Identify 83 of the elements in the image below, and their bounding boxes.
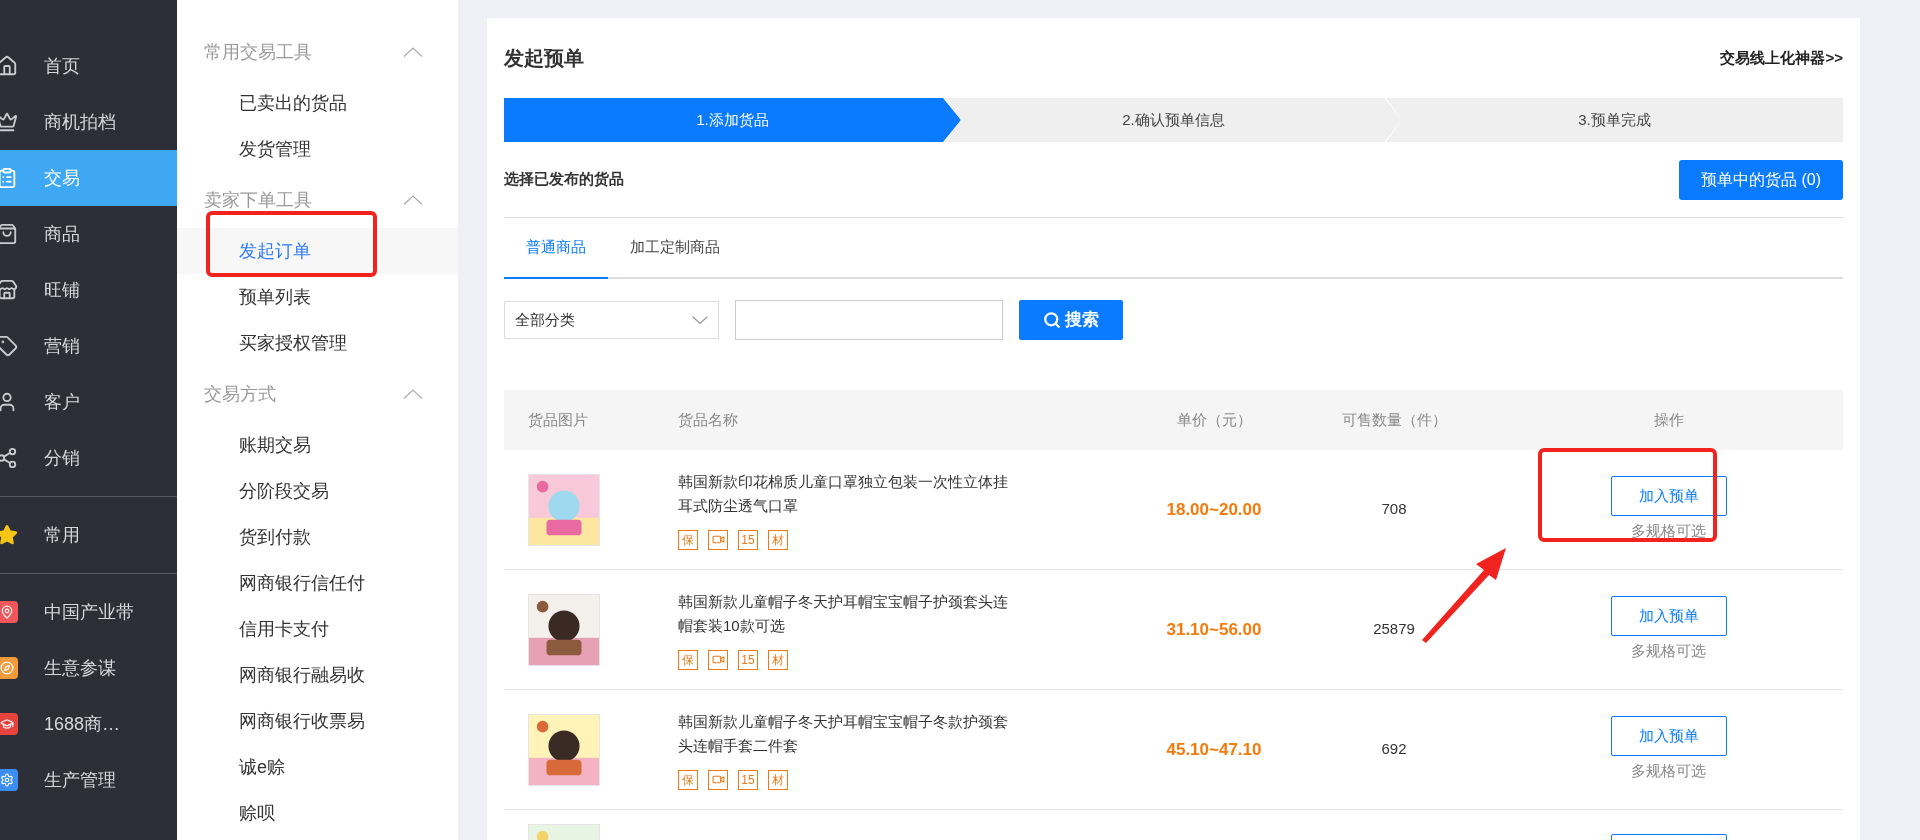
search-icon [1043,311,1061,329]
cart-button[interactable]: 预单中的货品 (0) [1679,159,1843,200]
subnav-item[interactable]: 账期交易 [177,422,458,468]
sidebar-item[interactable]: 中国产业带 [0,584,177,640]
add-button[interactable]: 加入预单 [1610,596,1727,637]
quantity: 25879 [1372,619,1416,640]
subnav-item[interactable]: 预单列表 [177,274,458,320]
service-tag: 材 [768,529,788,550]
sidebar-item[interactable]: 营销 [0,318,177,374]
service-tag: 保 [678,769,698,790]
collapse-icon [403,47,423,57]
product-name[interactable]: 韩国新款儿童帽子冬天护耳帽宝宝帽子护颈套头连帽套装10款可选 [678,589,1014,638]
clipboard-icon [0,167,18,189]
top-link[interactable]: 交易线上化神器>> [1720,46,1843,70]
table-header: 货品图片 货品名称 单价（元） 可售数量（件） 操作 [504,390,1843,450]
subnav-item[interactable]: 网商银行融易收 [177,652,458,698]
subnav-item[interactable]: 诚e赊 [177,744,458,790]
video-icon [708,769,728,790]
subnav-item[interactable]: 发货管理 [177,126,458,172]
sidebar-item[interactable]: 生产管理 [0,752,177,808]
subnav-item[interactable]: 买家授权管理 [177,320,458,366]
price: 18.00~20.00 [1165,498,1263,521]
option-note: 多规格可选 [1631,641,1706,662]
option-note: 多规格可选 [1631,521,1706,542]
subnav-item[interactable]: 网商银行信任付 [177,560,458,606]
subnav-item[interactable]: 网商银行收票易 [177,698,458,744]
collapse-icon [403,389,423,399]
bag-icon [0,223,18,245]
home-icon [0,55,18,77]
sidebar-item[interactable]: 生意参谋 [0,640,177,696]
tab[interactable]: 普通商品 [504,218,608,279]
service-tag: 材 [768,769,788,790]
subnav-item[interactable]: 分阶段交易 [177,468,458,514]
service-tag: 15 [738,529,758,550]
price: 31.10~56.00 [1165,618,1263,641]
compass-icon [0,657,18,679]
store-icon [0,279,18,301]
quantity: 708 [1380,499,1408,520]
sidebar-item[interactable]: 商品 [0,206,177,262]
option-note: 多规格可选 [1631,761,1706,782]
dropdown-caret-icon [692,316,708,324]
sidebar-item[interactable]: 商机拍档 [0,94,177,150]
crown-icon [0,111,18,133]
search-field[interactable] [735,300,1003,340]
subnav-item[interactable]: 货到付款 [177,514,458,560]
page-title: 发起预单 [504,46,584,71]
subnav-item[interactable]: 信用卡支付 [177,606,458,652]
subnav-item[interactable]: 发起订单 [177,228,458,274]
sidebar-item[interactable]: 首页 [0,38,177,94]
subnav-item[interactable]: 已卖出的货品 [177,80,458,126]
tab[interactable]: 加工定制商品 [608,218,742,279]
section-label: 选择已发布的货品 [504,169,624,190]
category-dropdown[interactable]: 全部分类 [504,301,719,339]
step: 1.添加货品 [504,98,961,142]
tag-icon [0,335,18,357]
search-button[interactable]: 搜索 [1019,300,1123,340]
product-name[interactable]: 韩国新款印花棉质儿童口罩独立包装一次性立体挂耳式防尘透气口罩 [678,469,1014,518]
product-name[interactable]: 韩国新款儿童帽子冬天护耳帽宝宝帽子冬款护颈套头连帽手套二件套 [678,709,1014,758]
step: 2.确认预单信息 [945,98,1402,142]
collapse-icon [403,195,423,205]
video-icon [708,649,728,670]
subnav-item[interactable]: 赊呗 [177,790,458,836]
service-tag: 保 [678,649,698,670]
service-tag: 15 [738,769,758,790]
sidebar-item[interactable]: 客户 [0,374,177,430]
gear-icon [0,769,18,791]
service-tag: 材 [768,649,788,670]
price: 45.10~47.10 [1165,738,1263,761]
quantity: 692 [1380,739,1408,760]
video-icon [708,529,728,550]
cap-icon [0,713,18,735]
add-button[interactable]: 加入预单 [1610,476,1727,517]
service-tag: 15 [738,649,758,670]
sidebar-item[interactable]: 常用 [0,507,177,563]
share-icon [0,447,18,469]
pin-icon [0,601,18,623]
star-icon [0,524,18,546]
sidebar-item[interactable]: 分销 [0,430,177,486]
sidebar-item[interactable]: 旺铺 [0,262,177,318]
sidebar-item[interactable]: 1688商… [0,696,177,752]
service-tag: 保 [678,529,698,550]
step: 3.预单完成 [1386,98,1843,142]
add-button[interactable]: 加入预单 [1610,716,1727,757]
